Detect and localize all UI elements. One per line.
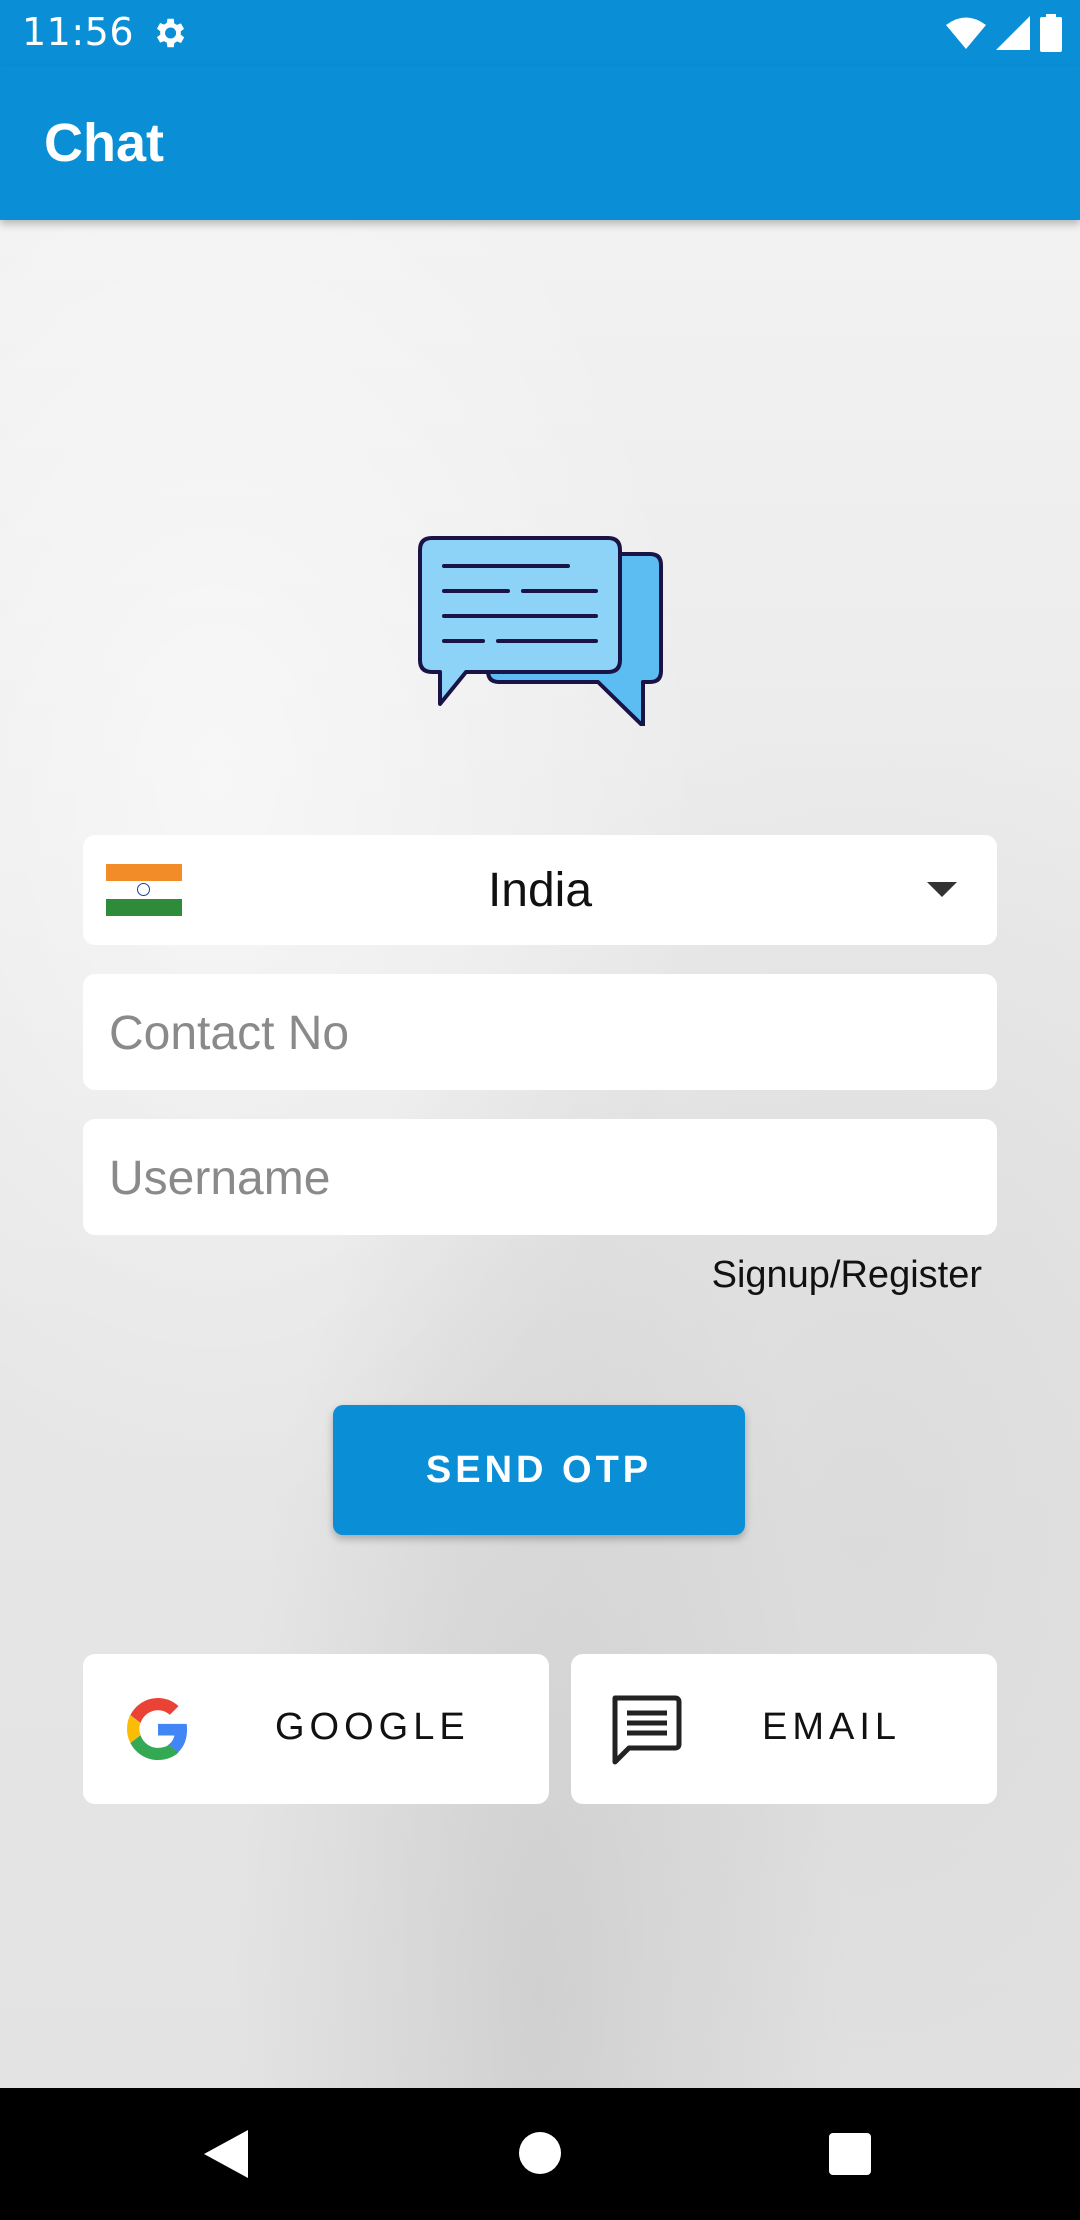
username-placeholder: Username bbox=[109, 1152, 331, 1205]
status-icons bbox=[946, 14, 1062, 52]
email-label: EMAIL bbox=[762, 1706, 902, 1748]
username-field[interactable]: Username bbox=[83, 1119, 997, 1235]
signup-register-link[interactable]: Signup/Register bbox=[712, 1254, 982, 1297]
wifi-icon bbox=[946, 17, 986, 49]
gear-icon bbox=[156, 18, 185, 48]
google-login-button[interactable]: GOOGLE bbox=[83, 1654, 549, 1804]
recents-icon[interactable] bbox=[829, 2133, 871, 2175]
country-name: India bbox=[487, 864, 593, 917]
dropdown-arrow-icon bbox=[927, 882, 957, 897]
navigation-bar bbox=[0, 2088, 1080, 2220]
status-time: 11:56 bbox=[22, 10, 135, 54]
contact-number-field[interactable]: Contact No bbox=[83, 974, 997, 1090]
send-otp-button[interactable]: SEND OTP bbox=[333, 1405, 745, 1535]
app-bar: Chat bbox=[0, 66, 1080, 220]
country-selector[interactable]: India bbox=[83, 835, 997, 945]
chat-bubbles-icon bbox=[418, 536, 663, 726]
back-icon[interactable] bbox=[204, 2130, 248, 2178]
email-login-button[interactable]: EMAIL bbox=[571, 1654, 997, 1804]
signal-icon bbox=[996, 16, 1030, 50]
contact-number-placeholder: Contact No bbox=[109, 1007, 350, 1060]
home-icon[interactable] bbox=[519, 2132, 561, 2174]
message-icon bbox=[612, 1695, 682, 1765]
battery-icon bbox=[1040, 14, 1062, 52]
app-title: Chat bbox=[44, 113, 164, 173]
status-bar: 11:56 bbox=[0, 0, 1080, 66]
login-screen: India Contact No Username Signup/Registe… bbox=[0, 220, 1080, 2088]
google-label: GOOGLE bbox=[275, 1706, 470, 1748]
google-icon bbox=[127, 1698, 188, 1760]
